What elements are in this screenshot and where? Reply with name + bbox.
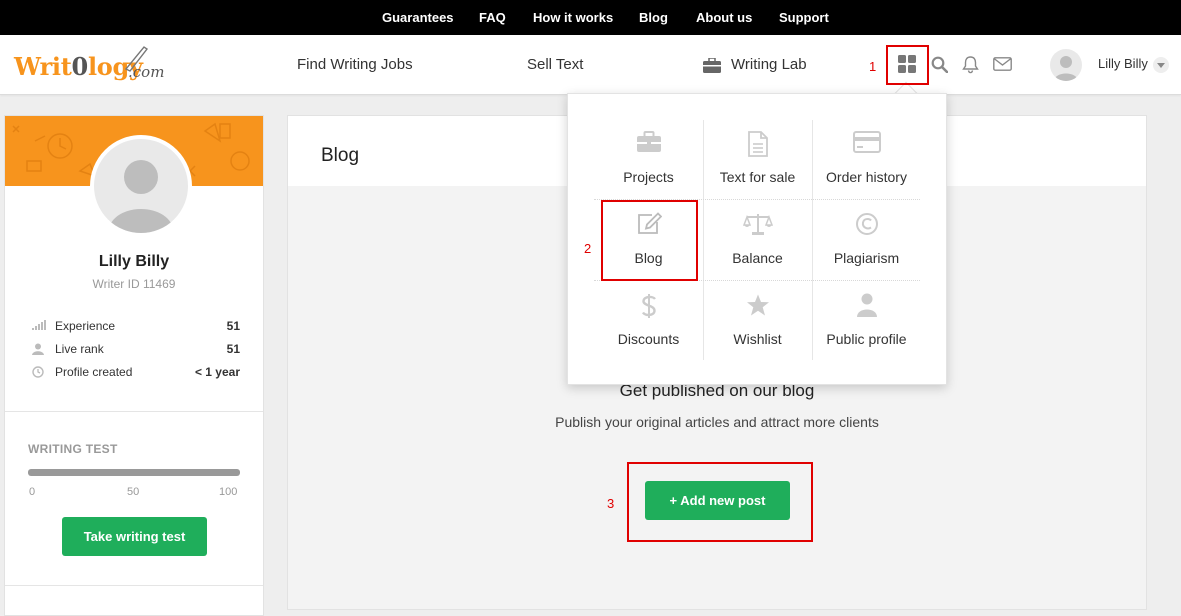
menu-item-label: Order history — [826, 169, 907, 185]
profile-sidebar: Lilly Billy Writer ID 11469 Experience 5… — [4, 115, 264, 616]
top-nav-support[interactable]: Support — [779, 10, 829, 25]
logo[interactable]: Writ0logy .com — [14, 43, 164, 85]
menu-item-label: Projects — [623, 169, 674, 185]
user-name[interactable]: Lilly Billy — [1098, 56, 1148, 71]
scale-icon — [742, 214, 773, 235]
menu-item-text-for-sale[interactable]: Text for sale — [703, 118, 812, 199]
stat-experience: Experience 51 — [32, 318, 240, 334]
logo-text-part-1: Writ — [14, 52, 72, 81]
top-nav-about-us[interactable]: About us — [696, 10, 752, 25]
stat-label: Profile created — [55, 365, 133, 379]
stat-value: 51 — [226, 342, 240, 356]
annotation-box-2 — [601, 200, 698, 281]
top-nav-blog[interactable]: Blog — [639, 10, 668, 25]
profile-name: Lilly Billy — [98, 253, 170, 270]
stat-live-rank: Live rank 51 — [32, 341, 240, 357]
annotation-box-3 — [627, 462, 813, 542]
menu-item-order-history[interactable]: Order history — [812, 118, 921, 199]
stat-profile-created: Profile created < 1 year — [32, 364, 240, 380]
bell-icon[interactable] — [962, 55, 979, 74]
mail-icon[interactable] — [993, 57, 1012, 71]
menu-item-label: Plagiarism — [833, 250, 900, 266]
briefcase-icon — [636, 131, 661, 152]
credit-card-icon — [852, 131, 881, 153]
user-icon — [32, 343, 44, 355]
menu-item-label: Wishlist — [733, 331, 782, 347]
blog-subheading: Publish your original articles and attra… — [555, 414, 879, 430]
bars-icon — [32, 320, 46, 330]
menu-item-projects[interactable]: Projects — [594, 118, 703, 199]
menu-item-label: Balance — [732, 250, 783, 266]
top-nav-bar: Guarantees FAQ How it works Blog About u… — [0, 0, 1181, 35]
menu-item-label: Discounts — [617, 331, 680, 347]
user-icon — [856, 293, 877, 317]
menu-item-public-profile[interactable]: Public profile — [812, 280, 921, 361]
stat-value: 51 — [226, 319, 240, 333]
take-writing-test-button[interactable]: Take writing test — [62, 517, 207, 556]
main-header: Writ0logy .com Find Writing Jobs Sell Te… — [0, 35, 1181, 95]
logo-text-part-2: 0 — [71, 52, 89, 81]
annotation-box-1 — [886, 45, 929, 85]
dollar-icon — [641, 294, 656, 318]
divider — [5, 585, 263, 586]
search-icon[interactable] — [931, 56, 948, 73]
avatar[interactable] — [1050, 49, 1082, 81]
stat-label: Experience — [55, 319, 116, 333]
menu-item-wishlist[interactable]: Wishlist — [703, 280, 812, 361]
divider — [5, 411, 263, 412]
annotation-number-3: 3 — [607, 496, 615, 511]
menu-item-discounts[interactable]: Discounts — [594, 280, 703, 361]
progress-tick: 100 — [219, 486, 238, 498]
writing-test-label: WRITING TEST — [28, 442, 118, 456]
menu-item-label: Text for sale — [719, 169, 796, 185]
profile-avatar — [90, 135, 192, 237]
document-icon — [747, 131, 768, 157]
menu-item-plagiarism[interactable]: Plagiarism — [812, 199, 921, 280]
star-icon — [746, 294, 769, 316]
progress-tick: 50 — [127, 486, 140, 498]
page-title: Blog — [321, 145, 360, 166]
chevron-down-icon[interactable] — [1153, 57, 1169, 73]
nav-writing-lab[interactable]: Writing Lab — [731, 56, 807, 73]
annotation-number-2: 2 — [584, 241, 592, 256]
annotation-number-1: 1 — [869, 59, 877, 74]
menu-item-balance[interactable]: Balance — [703, 199, 812, 280]
top-nav-guarantees[interactable]: Guarantees — [382, 10, 454, 25]
writing-test-progress — [28, 469, 240, 476]
briefcase-icon — [703, 58, 721, 73]
stat-value: < 1 year — [194, 365, 240, 379]
copyright-icon — [855, 213, 878, 235]
writer-id: Writer ID 11469 — [92, 277, 176, 291]
nav-sell-text[interactable]: Sell Text — [527, 56, 583, 73]
nav-find-writing-jobs[interactable]: Find Writing Jobs — [297, 56, 413, 73]
stat-label: Live rank — [55, 342, 104, 356]
menu-item-label: Public profile — [826, 331, 907, 347]
progress-tick: 0 — [29, 486, 36, 498]
pencil-icon — [124, 46, 149, 72]
top-nav-faq[interactable]: FAQ — [479, 10, 506, 25]
top-nav-how-it-works[interactable]: How it works — [533, 10, 613, 25]
clock-icon — [32, 366, 44, 378]
